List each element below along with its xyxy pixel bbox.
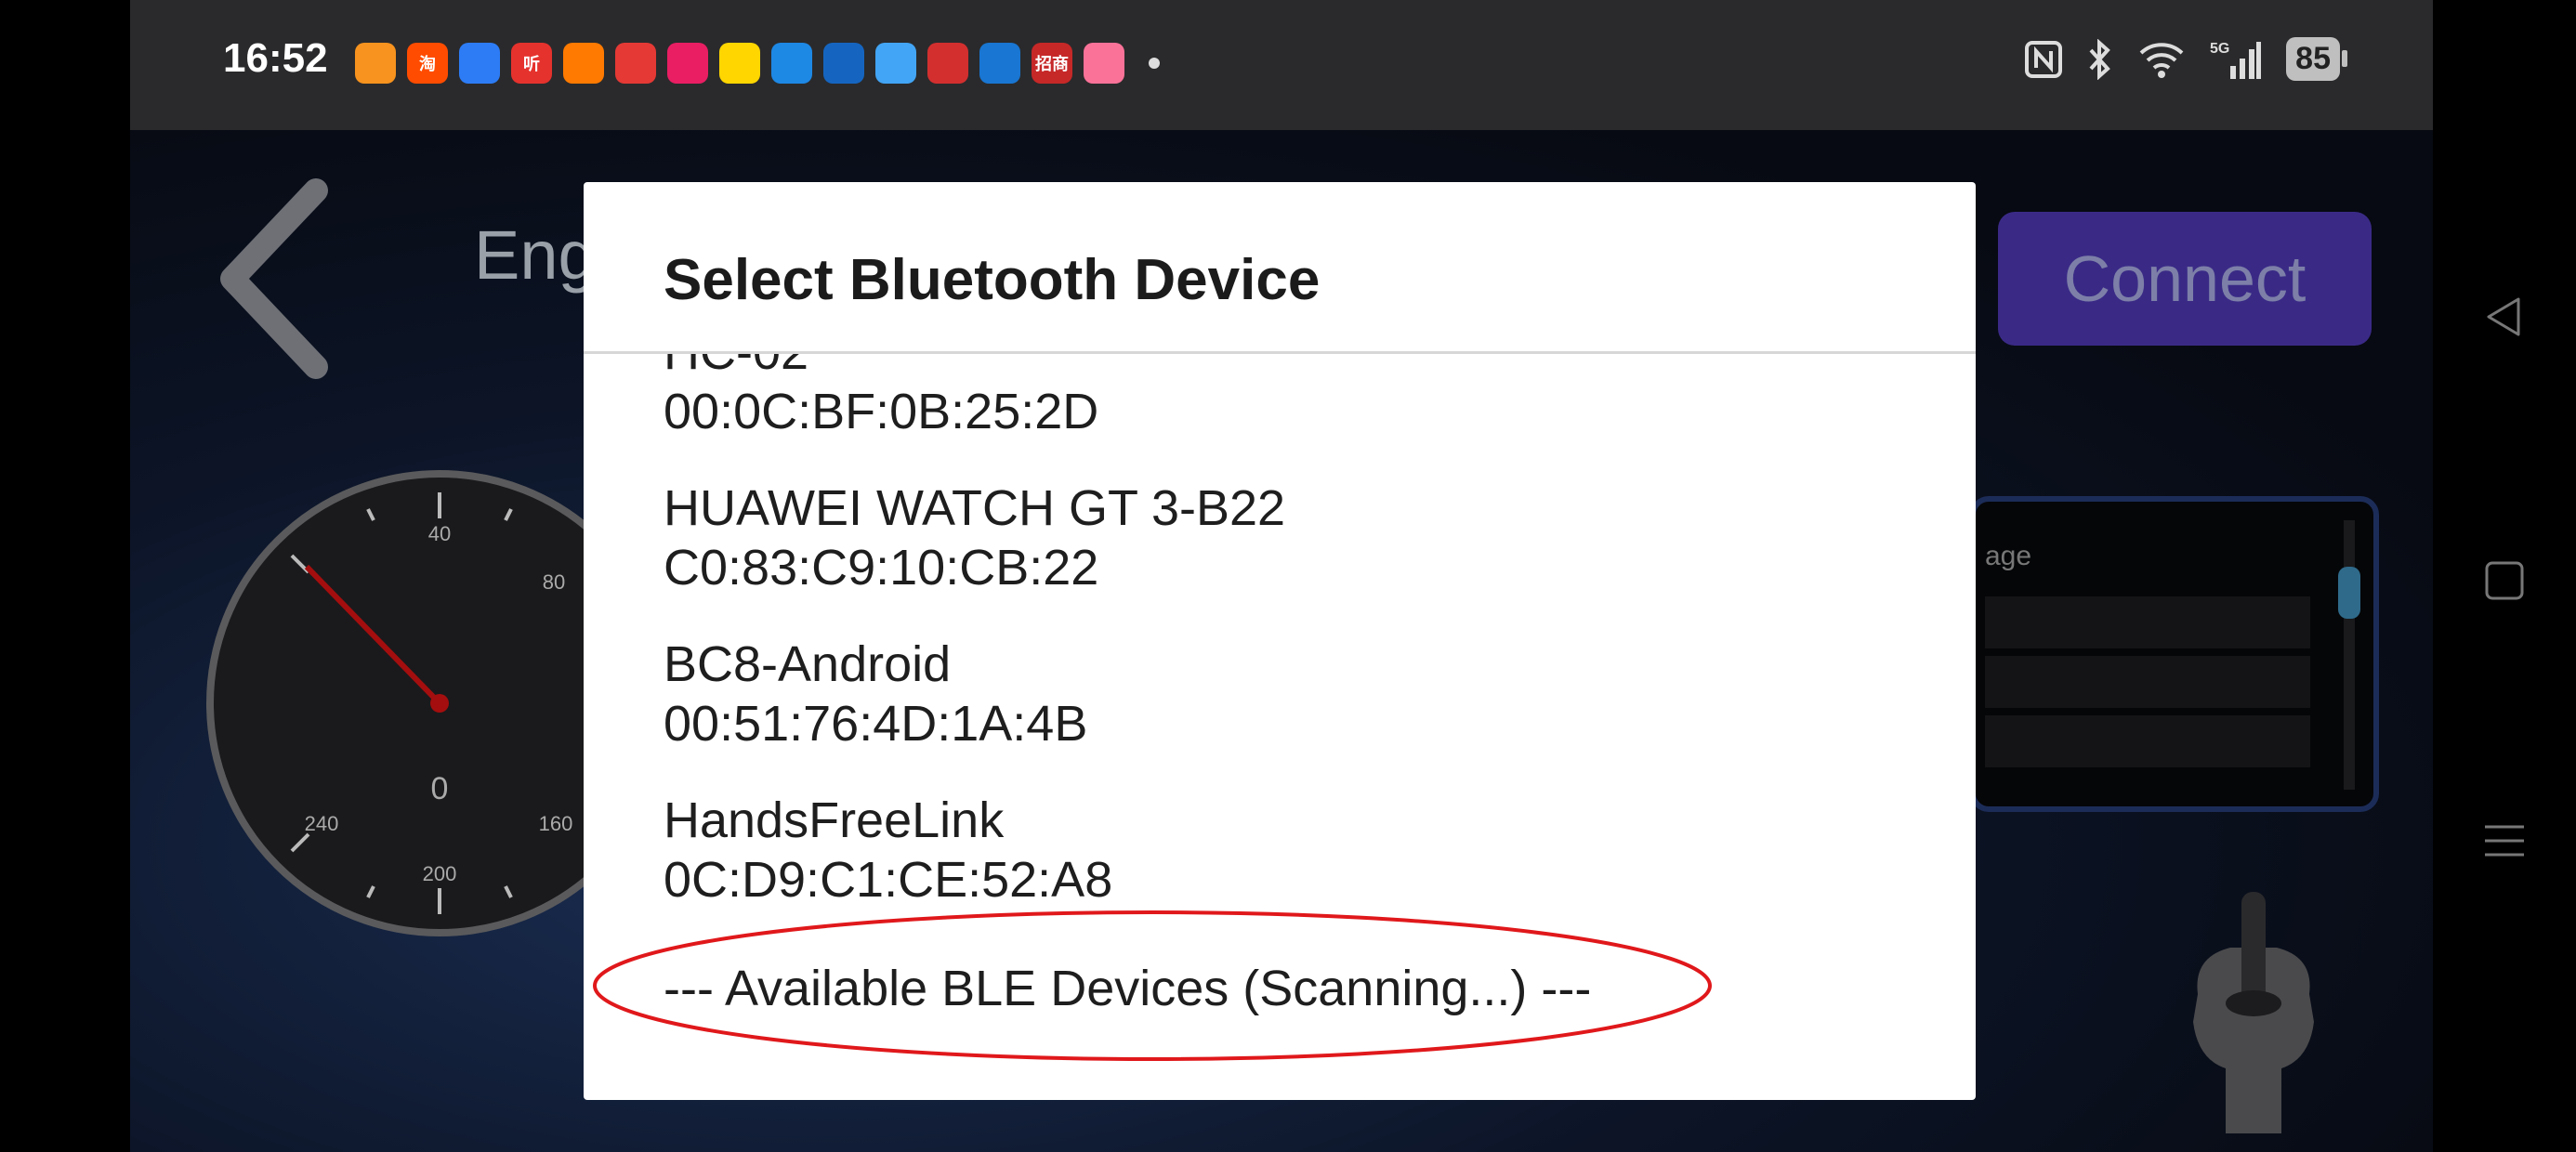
panel-row: [1985, 656, 2310, 708]
gauge-tick-200: 200: [423, 862, 457, 885]
gauge-tick-160: 160: [539, 812, 573, 835]
status-clock: 16:52: [223, 35, 328, 81]
device-item[interactable]: BC8-Android 00:51:76:4D:1A:4B: [664, 635, 1285, 791]
device-name: BC8-Android: [664, 636, 952, 692]
nav-home-icon[interactable]: [2481, 557, 2528, 604]
device-address: 00:0C:BF:0B:25:2D: [664, 384, 1099, 439]
app-icon-12: [927, 43, 968, 84]
system-icons: 5G 85: [2024, 37, 2347, 81]
device-address: C0:83:C9:10:CB:22: [664, 540, 1099, 596]
signal-5g-icon: 5G: [2210, 41, 2262, 79]
panel-row: [1985, 715, 2310, 767]
app-icon-14: 招商: [1032, 43, 1072, 84]
joystick-icon[interactable]: [2175, 883, 2333, 1143]
app-icon-9: [771, 43, 812, 84]
app-title: Eng: [474, 216, 597, 294]
app-icon-11: [875, 43, 916, 84]
bluetooth-icon: [2089, 38, 2111, 80]
gauge-tick-240: 240: [305, 812, 339, 835]
nfc-icon: [2025, 40, 2063, 78]
app-icon-5: [563, 43, 604, 84]
panel-scroll-thumb[interactable]: [2338, 567, 2360, 619]
device-address: 00:51:76:4D:1A:4B: [664, 696, 1088, 752]
panel-label: age: [1985, 541, 2032, 571]
nav-menu-icon[interactable]: [2481, 818, 2528, 864]
device-name: HUAWEI WATCH GT 3-B22: [664, 480, 1286, 536]
gauge-value: 0: [431, 771, 449, 806]
notification-app-icons: 淘 听 招商: [355, 43, 1160, 84]
gauge-tick-40: 40: [428, 522, 451, 545]
annotation-ellipse: [593, 910, 1712, 1061]
app-icon-3: [459, 43, 500, 84]
message-panel: age: [1970, 496, 2379, 812]
bilibili-icon: [1084, 43, 1124, 84]
app-icon-8: [719, 43, 760, 84]
device-name-partial: HC-02: [664, 354, 1285, 382]
device-item[interactable]: HUAWEI WATCH GT 3-B22 C0:83:C9:10:CB:22: [664, 478, 1285, 635]
panel-row: [1985, 596, 2310, 648]
app-icon-7: [667, 43, 708, 84]
device-item[interactable]: HC-02 00:0C:BF:0B:25:2D: [664, 354, 1285, 478]
device-name: HandsFreeLink: [664, 792, 1005, 848]
app-icon-1: [355, 43, 396, 84]
app-icon-6: [615, 43, 656, 84]
nav-back-icon[interactable]: [2481, 294, 2528, 340]
taobao-icon: 淘: [407, 43, 448, 84]
wifi-icon: [2139, 42, 2184, 78]
listen-icon: 听: [511, 43, 552, 84]
dialog-title: Select Bluetooth Device: [664, 248, 1321, 312]
app-icon-13: [979, 43, 1020, 84]
panel-scrollbar[interactable]: [2344, 520, 2355, 790]
battery-indicator: 85: [2286, 37, 2347, 81]
device-address: 0C:D9:C1:CE:52:A8: [664, 852, 1113, 908]
status-bar: 16:52 淘 听 招商 5G 85: [130, 0, 2433, 130]
gauge-tick-80: 80: [543, 570, 565, 594]
back-chevron-icon[interactable]: [214, 177, 335, 381]
app-icon-10: [823, 43, 864, 84]
navigation-bar: [2433, 0, 2576, 1152]
connect-button[interactable]: Connect: [1998, 212, 2372, 346]
svg-text:5G: 5G: [2210, 41, 2229, 57]
more-notifications-dot: [1149, 58, 1160, 69]
